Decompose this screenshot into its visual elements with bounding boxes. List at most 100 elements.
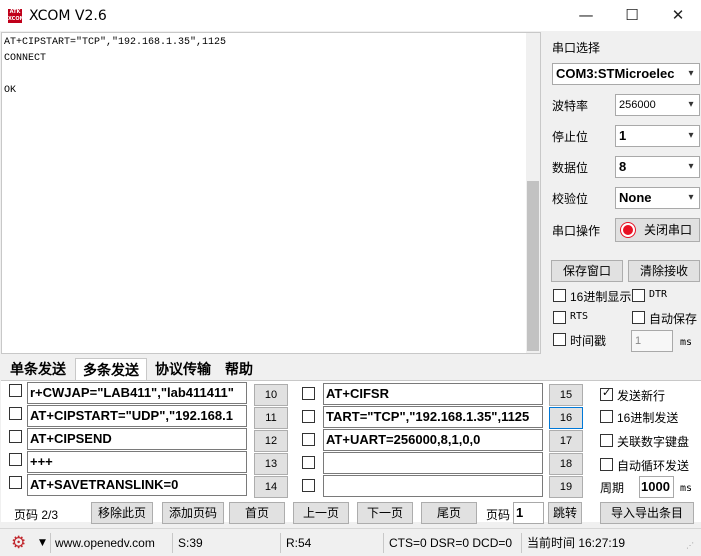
entry-checkbox[interactable] (302, 387, 315, 400)
status-bar: ⚙ ▼ www.openedv.com S:39 R:54 CTS=0 DSR=… (0, 528, 701, 556)
receive-line (4, 67, 540, 83)
baud-value: 256000 (619, 99, 656, 111)
entry-input[interactable]: TART="TCP","192.168.1.35",1125 (323, 406, 543, 428)
tab-protocol[interactable]: 协议传输 (150, 358, 216, 380)
hex-display-checkbox[interactable] (553, 289, 566, 302)
status-divider (521, 533, 522, 553)
dtr-checkbox[interactable] (632, 289, 645, 302)
entry-input[interactable]: AT+UART=256000,8,1,0,0 (323, 429, 543, 451)
entry-input[interactable]: AT+SAVETRANSLINK=0 (27, 474, 247, 496)
parity-select[interactable]: None ▾ (615, 187, 700, 209)
stop-bits-label: 停止位 (552, 130, 589, 144)
jump-button[interactable]: 跳转 (548, 502, 582, 524)
add-page-button[interactable]: 添加页码 (162, 502, 224, 524)
entry-checkbox[interactable] (302, 410, 315, 423)
data-bits-select[interactable]: 8 ▾ (615, 156, 700, 178)
entry-input[interactable]: AT+CIPSTART="UDP","192.168.1 (27, 405, 247, 427)
import-export-button[interactable]: 导入导出条目 (600, 502, 694, 524)
modem-signals: CTS=0 DSR=0 DCD=0 (389, 536, 513, 550)
entry-input[interactable]: +++ (27, 451, 247, 473)
timestamp-label: 时间戳 (570, 334, 607, 348)
record-icon (621, 223, 635, 237)
period-label: 周期 (600, 481, 625, 495)
entry-input[interactable]: r+CWJAP="LAB411","lab411411" (27, 382, 247, 404)
hex-send-checkbox[interactable] (600, 410, 613, 423)
entry-checkbox[interactable] (9, 430, 22, 443)
entry-send-button[interactable]: 16 (549, 407, 583, 429)
entry-checkbox[interactable] (302, 479, 315, 492)
maximize-button[interactable]: ☐ (609, 0, 655, 31)
timestamp-checkbox[interactable] (553, 333, 566, 346)
receive-area[interactable]: AT+CIPSTART="TCP","192.168.1.35",1125 CO… (1, 32, 541, 354)
entry-send-button[interactable]: 18 (549, 453, 583, 475)
hex-display-label: 16进制显示 (570, 290, 632, 304)
status-divider (50, 533, 51, 553)
tab-multi-send[interactable]: 多条发送 (75, 358, 147, 380)
entry-send-button[interactable]: 19 (549, 476, 583, 498)
entry-input[interactable]: AT+CIPSEND (27, 428, 247, 450)
entry-send-button[interactable]: 12 (254, 430, 288, 452)
entry-input[interactable]: AT+CIFSR (323, 383, 543, 405)
dtr-label: DTR (649, 289, 668, 300)
entry-checkbox[interactable] (9, 453, 22, 466)
port-select-label: 串口选择 (552, 41, 601, 55)
goto-page-label: 页码 (486, 508, 511, 522)
port-select[interactable]: COM3:STMicroelec ▾ (552, 63, 700, 85)
entry-checkbox[interactable] (9, 407, 22, 420)
entry-send-button[interactable]: 17 (549, 430, 583, 452)
chevron-down-icon: ▾ (683, 188, 699, 208)
last-page-button[interactable]: 尾页 (421, 502, 477, 524)
clear-receive-button[interactable]: 清除接收 (628, 260, 700, 282)
entry-send-button[interactable]: 10 (254, 384, 288, 406)
entry-input[interactable] (323, 475, 543, 497)
parity-value: None (619, 190, 652, 205)
parity-label: 校验位 (552, 192, 589, 206)
link-keypad-checkbox[interactable] (600, 434, 613, 447)
timestamp-unit: ms (680, 337, 693, 348)
entry-checkbox[interactable] (302, 456, 315, 469)
page-indicator: 页码 2/3 (14, 508, 59, 522)
first-page-button[interactable]: 首页 (229, 502, 285, 524)
timestamp-interval-input[interactable]: 1 (631, 330, 673, 352)
stop-bits-select[interactable]: 1 ▾ (615, 125, 700, 147)
entry-checkbox[interactable] (9, 476, 22, 489)
receive-scrollbar[interactable] (526, 33, 540, 353)
tab-single-send[interactable]: 单条发送 (6, 358, 70, 380)
status-divider (383, 533, 384, 553)
app-logo: ATK XCOM (8, 9, 25, 23)
remove-page-button[interactable]: 移除此页 (91, 502, 153, 524)
save-window-button[interactable]: 保存窗口 (551, 260, 623, 282)
data-bits-value: 8 (619, 159, 627, 174)
period-input[interactable]: 1000 (639, 476, 674, 498)
receive-line: AT+CIPSTART="TCP","192.168.1.35",1125 (4, 37, 227, 48)
next-page-button[interactable]: 下一页 (357, 502, 413, 524)
baud-select[interactable]: 256000 ▾ (615, 94, 700, 116)
entry-input[interactable] (323, 452, 543, 474)
auto-loop-checkbox[interactable] (600, 458, 613, 471)
goto-page-input[interactable]: 1 (513, 502, 544, 524)
gear-icon[interactable]: ⚙ (11, 534, 26, 552)
send-newline-checkbox[interactable] (600, 386, 613, 401)
prev-page-button[interactable]: 上一页 (293, 502, 349, 524)
rts-checkbox[interactable] (553, 311, 566, 324)
rts-label: RTS (570, 311, 589, 322)
auto-save-checkbox[interactable] (632, 311, 645, 324)
close-button[interactable]: ✕ (655, 0, 701, 31)
website-link[interactable]: www.openedv.com (55, 534, 155, 552)
entry-send-button[interactable]: 11 (254, 407, 288, 429)
chevron-down-icon: ▾ (683, 157, 699, 177)
entry-send-button[interactable]: 15 (549, 384, 583, 406)
chevron-down-icon[interactable]: ▼ (39, 534, 46, 552)
minimize-button[interactable]: — (563, 0, 609, 31)
tab-help[interactable]: 帮助 (221, 358, 257, 380)
sent-count: S:39 (178, 536, 203, 550)
entry-checkbox[interactable] (9, 384, 22, 397)
scrollbar-thumb[interactable] (527, 181, 539, 351)
baud-label: 波特率 (552, 99, 589, 113)
entry-send-button[interactable]: 14 (254, 476, 288, 498)
close-port-button[interactable]: 关闭串口 (615, 218, 700, 242)
resize-grip-icon[interactable]: ⋰ (686, 537, 694, 555)
entry-checkbox[interactable] (302, 433, 315, 446)
entry-send-button[interactable]: 13 (254, 453, 288, 475)
period-unit: ms (680, 483, 693, 494)
